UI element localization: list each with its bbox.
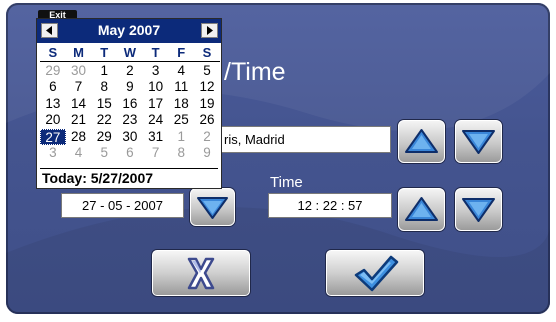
calendar-day-selected[interactable]: 27: [40, 128, 66, 145]
weekday-label: F: [177, 45, 186, 60]
timezone-down-button[interactable]: [455, 120, 502, 163]
calendar-day[interactable]: 8: [168, 145, 194, 161]
calendar-month-label: May 2007: [97, 22, 161, 38]
calendar-day[interactable]: 2: [194, 129, 220, 145]
triangle-down-icon: [197, 197, 228, 219]
time-up-button[interactable]: [398, 188, 445, 231]
calendar-day[interactable]: 7: [143, 145, 169, 161]
triangle-down-icon: [462, 198, 495, 222]
calendar-day[interactable]: 18: [168, 96, 194, 112]
calendar-week-row: 29 30 1 2 3 4 5: [40, 63, 220, 79]
calendar-day[interactable]: 30: [66, 63, 92, 79]
calendar-day[interactable]: 28: [66, 129, 92, 145]
calendar-day[interactable]: 6: [40, 79, 66, 95]
calendar-day[interactable]: 8: [91, 79, 117, 95]
triangle-up-icon: [405, 197, 438, 221]
triangle-down-icon: [462, 130, 495, 154]
calendar-day[interactable]: 4: [66, 145, 92, 161]
calendar-day[interactable]: 6: [117, 145, 143, 161]
calendar-day[interactable]: 1: [168, 129, 194, 145]
calendar-day[interactable]: 20: [40, 112, 66, 128]
calendar-day[interactable]: 29: [91, 129, 117, 145]
calendar-divider: [40, 168, 218, 169]
ok-button[interactable]: [326, 250, 424, 296]
calendar-day[interactable]: 24: [143, 112, 169, 128]
calendar-day[interactable]: 5: [194, 63, 220, 79]
weekday-label: W: [123, 45, 137, 60]
calendar-day[interactable]: 3: [143, 63, 169, 79]
weekday-label: T: [100, 45, 109, 60]
calendar-day[interactable]: 11: [168, 79, 194, 95]
calendar-week-row: 13 14 15 16 17 18 19: [40, 96, 220, 112]
calendar-day[interactable]: 10: [143, 79, 169, 95]
calendar-popup: May 2007 SMTWTFS 29 30 1 2 3 4 5 6 7 8 9 10 11 12 13 14…: [36, 18, 222, 189]
calendar-day[interactable]: 4: [168, 63, 194, 79]
weekday-label: S: [202, 45, 212, 60]
timezone-field[interactable]: ris, Madrid: [220, 126, 391, 153]
calendar-header: May 2007: [37, 19, 221, 43]
calendar-day[interactable]: 30: [117, 129, 143, 145]
date-dropdown-button[interactable]: [190, 188, 235, 226]
calendar-week-row: 3456789: [40, 145, 220, 161]
calendar-day[interactable]: 29: [40, 63, 66, 79]
dialog-title: /Time: [224, 58, 286, 86]
calendar-day[interactable]: 15: [91, 96, 117, 112]
weekday-header: SMTWTFS: [40, 45, 220, 62]
calendar-day[interactable]: 13: [40, 96, 66, 112]
today-link[interactable]: Today: 5/27/2007: [42, 170, 218, 187]
calendar-day[interactable]: 21: [66, 112, 92, 128]
weekday-label: S: [48, 45, 58, 60]
checkmark-icon: [354, 255, 399, 292]
next-month-button[interactable]: [201, 23, 218, 38]
calendar-day[interactable]: 12: [194, 79, 220, 95]
weekday-label: T: [151, 45, 160, 60]
calendar-day[interactable]: 14: [66, 96, 92, 112]
calendar-week-row: 20 21 22 23 24 25 26: [40, 112, 220, 128]
weekday-label: M: [73, 45, 84, 60]
calendar-day[interactable]: 9: [194, 145, 220, 161]
cancel-button[interactable]: [152, 250, 250, 296]
timezone-up-button[interactable]: [398, 120, 445, 163]
calendar-week-row: 27 28 29 30 31 1 2: [40, 128, 220, 145]
calendar-day[interactable]: 22: [91, 112, 117, 128]
time-field[interactable]: 12 : 22 : 57: [268, 193, 392, 218]
calendar-day[interactable]: 17: [143, 96, 169, 112]
date-field[interactable]: 27 - 05 - 2007: [61, 193, 184, 218]
calendar-day[interactable]: 2: [117, 63, 143, 79]
calendar-day[interactable]: 5: [91, 145, 117, 161]
calendar-day[interactable]: 3: [40, 145, 66, 161]
calendar-day[interactable]: 25: [168, 112, 194, 128]
calendar-day[interactable]: 23: [117, 112, 143, 128]
prev-month-button[interactable]: [41, 23, 58, 38]
calendar-grid: 29 30 1 2 3 4 5 6 7 8 9 10 11 12 13 14 15 16 17 18 19 20 21 22 2…: [40, 63, 220, 161]
calendar-day[interactable]: 7: [66, 79, 92, 95]
calendar-week-row: 6 7 8 9 10 11 12: [40, 79, 220, 95]
calendar-day[interactable]: 31: [143, 129, 169, 145]
triangle-right-icon: [207, 26, 213, 35]
calendar-day[interactable]: 9: [117, 79, 143, 95]
triangle-left-icon: [46, 26, 52, 35]
calendar-day[interactable]: 16: [117, 96, 143, 112]
calendar-day[interactable]: 26: [194, 112, 220, 128]
time-down-button[interactable]: [455, 188, 502, 231]
triangle-up-icon: [405, 129, 438, 153]
calendar-day[interactable]: 19: [194, 96, 220, 112]
time-label: Time: [270, 174, 303, 191]
calendar-day[interactable]: 1: [91, 63, 117, 79]
x-icon: [187, 257, 215, 290]
